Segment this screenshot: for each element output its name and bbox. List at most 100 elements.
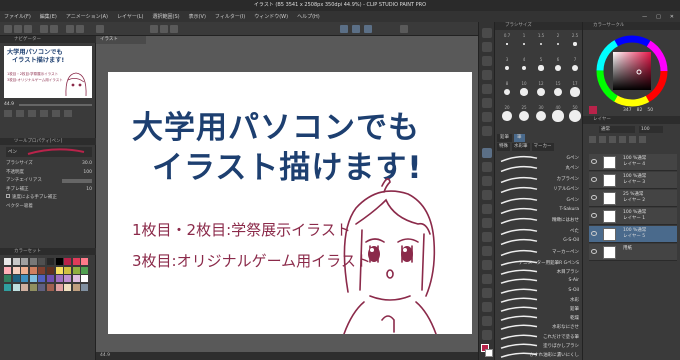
sub-color-swatch[interactable] [485,349,493,357]
pencil-tool-icon[interactable] [482,162,492,172]
sub-tool-item[interactable]: S-Air [495,276,583,285]
menu-view[interactable]: 表示(V) [189,13,206,20]
sub-tool-item[interactable]: G-S-Oil [495,236,583,246]
brush-size-dot[interactable] [573,42,577,46]
opacity-row[interactable]: 不透明度 100 [6,169,92,178]
zoom-tool-icon[interactable] [482,28,492,38]
eye-icon[interactable] [591,249,597,254]
pen-mode3-icon[interactable] [364,25,372,33]
move-layer-icon[interactable] [482,70,492,80]
decoration-tool-icon[interactable] [482,204,492,214]
lock-icon[interactable] [619,136,626,143]
text-tool-icon[interactable] [482,302,492,312]
hue-value[interactable]: 347 [623,108,632,113]
color-swatch[interactable] [47,266,54,274]
color-swatch[interactable] [12,275,20,283]
save-icon[interactable] [24,25,32,33]
transform-icon[interactable] [76,25,84,33]
color-swatch[interactable] [21,275,29,283]
color-swatch[interactable] [4,258,11,265]
pen-tool-icon[interactable] [482,148,492,158]
vector-snap-row[interactable]: ベクター吸着 [6,203,92,212]
snap-ruler-icon[interactable] [150,25,158,33]
color-swatch[interactable] [29,275,37,283]
minimize-icon[interactable]: — [642,14,647,20]
antialias-selector[interactable] [62,179,92,183]
selection-tool-icon[interactable] [482,84,492,94]
brush-size-dot[interactable] [553,87,563,97]
color-swatch[interactable] [29,258,37,265]
redo-icon[interactable] [50,25,58,33]
frame-tool-icon[interactable] [482,288,492,298]
color-swatch[interactable] [4,275,11,283]
color-swatch[interactable] [38,258,46,265]
color-swatch[interactable] [55,258,63,265]
reference-layer-icon[interactable] [599,136,606,143]
color-swatch[interactable] [47,258,54,265]
eye-icon[interactable] [591,231,597,236]
new-file-icon[interactable] [4,25,12,33]
color-swatch[interactable] [72,275,80,283]
menu-help[interactable]: ヘルプ(H) [297,13,320,20]
lock-transparency-icon[interactable] [629,136,636,143]
color-swatch[interactable] [47,283,54,291]
menu-filter[interactable]: フィルター(I) [215,13,245,20]
figure-tool-icon[interactable] [482,274,492,284]
zoom-slider[interactable] [19,103,92,106]
deselect-icon[interactable] [96,25,104,33]
brush-size-dot[interactable] [521,65,527,71]
brush-size-dot[interactable] [555,65,561,71]
ruler-tool-icon[interactable] [482,330,492,340]
eye-icon[interactable] [591,159,597,164]
navigator-thumbnail[interactable]: 大学用パソコンでも イラスト描けます! 1枚目・2枚目:学祭展示イラスト 3枚目… [4,46,92,98]
airbrush-tool-icon[interactable] [482,190,492,200]
sub-tool-item[interactable]: 丸ペン [495,163,583,173]
saturation-value[interactable]: 82 [637,108,643,113]
balloon-tool-icon[interactable] [482,316,492,326]
brush-size-dot[interactable] [537,88,545,96]
color-swatch[interactable] [64,258,72,265]
brush-size-dot[interactable] [571,64,579,72]
color-swatch[interactable] [12,283,20,291]
clip-icon[interactable] [589,136,596,143]
color-swatch[interactable] [12,258,20,265]
snap-grid-icon[interactable] [160,25,168,33]
menu-window[interactable]: ウィンドウ(W) [254,13,288,20]
speed-checkbox[interactable] [6,194,10,198]
document-tab[interactable]: イラスト [96,36,146,44]
sub-tool-item[interactable]: カブラペン [495,174,583,184]
color-swatch[interactable] [4,283,11,291]
brush-size-dot[interactable] [556,42,560,46]
layer-row[interactable]: 100 %通常 レイヤー 3 [589,172,677,189]
brush-size-dot[interactable] [518,110,530,122]
sub-tool-item[interactable]: 鉛筆 [495,304,583,313]
zoom-in-icon[interactable] [16,110,24,117]
menu-animation[interactable]: アニメーション(A) [66,13,108,20]
gradient-tool-icon[interactable] [482,260,492,270]
flip-icon[interactable] [64,110,72,117]
layer-row[interactable]: 用紙 [589,244,677,261]
undo-icon[interactable] [40,25,48,33]
brush-size-dot[interactable] [552,110,564,122]
color-swatch[interactable] [55,283,63,291]
blend-tool-icon[interactable] [482,232,492,242]
brush-size-dot[interactable] [538,65,544,71]
color-swatch[interactable] [38,275,46,283]
close-icon[interactable]: ✕ [670,14,674,20]
sub-tool-item[interactable]: 水彩 [495,295,583,304]
brightness-value[interactable]: 50 [647,108,653,113]
mask-icon[interactable] [639,136,646,143]
color-swatch[interactable] [21,258,29,265]
zoom-out-icon[interactable] [4,110,12,117]
color-swatch[interactable] [64,275,72,283]
color-swatch[interactable] [55,275,63,283]
color-swatch[interactable] [38,283,46,291]
color-swatches[interactable] [4,258,92,358]
brush-size-grid[interactable]: 0.7 1 1.5 2 2.5 3 4 5 6 7 8 10 12 15 17 20 25 30 40 50 [499,32,581,132]
sub-tool-item[interactable]: 塗りぼかしブラシ [495,341,583,350]
brush-size-dot[interactable] [520,88,528,96]
color-swatch[interactable] [81,266,89,274]
brush-size-row[interactable]: ブラシサイズ 30.0 [6,160,92,169]
brush-tool-icon[interactable] [482,176,492,186]
sub-tool-item[interactable]: Gペン [495,195,583,205]
